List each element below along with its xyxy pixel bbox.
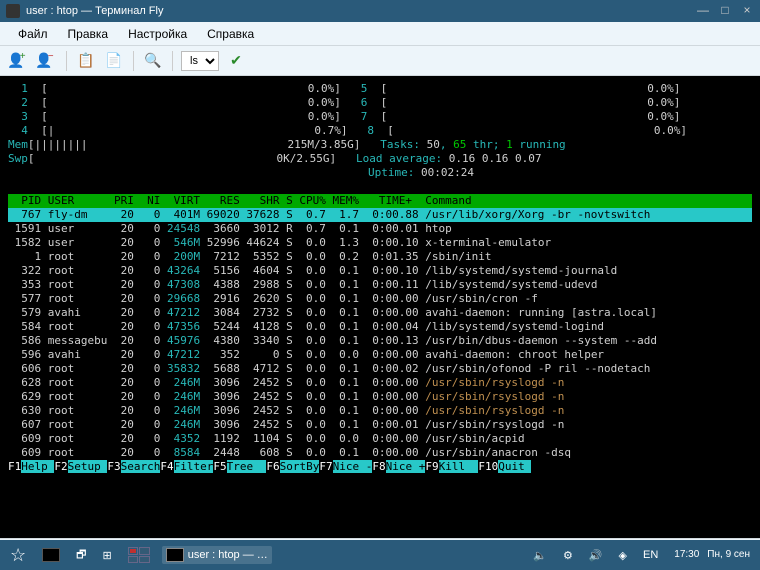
tray-devices-icon[interactable]: ◈ [615, 547, 631, 564]
function-key-bar[interactable]: F1Help F2Setup F3SearchF4FilterF5Tree F6… [8, 460, 752, 474]
swp-label: Swp [8, 152, 28, 165]
process-row[interactable]: 579 avahi 20 0 47212 3084 2732 S 0.0 0.1… [8, 306, 752, 320]
new-tab-icon[interactable]: 👤+ [8, 50, 30, 72]
menubar: Файл Правка Настройка Справка [0, 22, 760, 46]
process-row[interactable]: 628 root 20 0 246M 3096 2452 S 0.0 0.1 0… [8, 376, 752, 390]
process-row[interactable]: 609 root 20 0 4352 1192 1104 S 0.0 0.0 0… [8, 432, 752, 446]
process-row[interactable]: 606 root 20 0 35832 5688 4712 S 0.0 0.1 … [8, 362, 752, 376]
desktop-switcher[interactable] [124, 545, 154, 565]
window-title: user : htop — Терминал Fly [26, 5, 696, 17]
run-icon[interactable]: ✔ [225, 50, 247, 72]
process-row[interactable]: 596 avahi 20 0 47212 352 0 S 0.0 0.0 0:0… [8, 348, 752, 362]
menu-help[interactable]: Справка [197, 27, 264, 41]
clock[interactable]: 17:30 Пн, 9 сен [670, 547, 754, 563]
toolbar: 👤+ 👤− 📋 📄 🔍 ls ✔ [0, 46, 760, 76]
command-select[interactable]: ls [181, 51, 219, 71]
start-menu-icon[interactable]: ☆ [6, 543, 30, 568]
taskbar-windows-icon[interactable]: ⊞ [98, 547, 115, 564]
process-row[interactable]: 322 root 20 0 43264 5156 4604 S 0.0 0.1 … [8, 264, 752, 278]
taskbar-terminal-icon[interactable] [38, 546, 64, 564]
paste-icon[interactable]: 📄 [103, 50, 125, 72]
search-icon[interactable]: 🔍 [142, 50, 164, 72]
taskbar: ☆ 🗗 ⊞ user : htop — … 🔈 ⚙ 🔊 ◈ EN 17:30 П… [0, 540, 760, 570]
menu-settings[interactable]: Настройка [118, 27, 197, 41]
process-row[interactable]: 577 root 20 0 29668 2916 2620 S 0.0 0.1 … [8, 292, 752, 306]
window-titlebar[interactable]: user : htop — Терминал Fly — □ × [0, 0, 760, 22]
process-row[interactable]: 609 root 20 0 8584 2448 608 S 0.0 0.1 0:… [8, 446, 752, 460]
close-button[interactable]: × [740, 4, 754, 18]
menu-edit[interactable]: Правка [58, 27, 119, 41]
process-header[interactable]: PID USER PRI NI VIRT RES SHR S CPU% MEM%… [8, 194, 752, 208]
taskbar-files-icon[interactable]: 🗗 [72, 544, 90, 567]
tray-volume-icon[interactable]: 🔊 [585, 547, 607, 564]
tray-usb-icon[interactable]: 🔈 [529, 547, 551, 564]
copy-icon[interactable]: 📋 [75, 50, 97, 72]
maximize-button[interactable]: □ [718, 4, 732, 18]
process-row[interactable]: 607 root 20 0 246M 3096 2452 S 0.0 0.1 0… [8, 418, 752, 432]
terminal-output[interactable]: 1 [0.0%] 5 [0.0%] 2 [0.0%] 6 [0.0%] 3 [0… [0, 76, 760, 538]
menu-file[interactable]: Файл [8, 27, 58, 41]
process-row[interactable]: 1582 user 20 0 546M 52996 44624 S 0.0 1.… [8, 236, 752, 250]
tray-network-icon[interactable]: ⚙ [559, 547, 577, 564]
process-row[interactable]: 1 root 20 0 200M 7212 5352 S 0.0 0.2 0:0… [8, 250, 752, 264]
app-icon [6, 4, 20, 18]
taskbar-app-htop[interactable]: user : htop — … [162, 546, 272, 564]
process-row[interactable]: 629 root 20 0 246M 3096 2452 S 0.0 0.1 0… [8, 390, 752, 404]
process-row[interactable]: 353 root 20 0 47308 4388 2988 S 0.0 0.1 … [8, 278, 752, 292]
language-indicator[interactable]: EN [639, 547, 662, 563]
process-row[interactable]: 586 messagebu 20 0 45976 4380 3340 S 0.0… [8, 334, 752, 348]
process-row[interactable]: 630 root 20 0 246M 3096 2452 S 0.0 0.1 0… [8, 404, 752, 418]
mem-label: Mem [8, 138, 28, 151]
process-selected[interactable]: 767 fly-dm 20 0 401M 69020 37628 S 0.7 1… [8, 208, 752, 222]
minimize-button[interactable]: — [696, 4, 710, 18]
process-row[interactable]: 584 root 20 0 47356 5244 4128 S 0.0 0.1 … [8, 320, 752, 334]
process-row[interactable]: 1591 user 20 0 24548 3660 3012 R 0.7 0.1… [8, 222, 752, 236]
close-tab-icon[interactable]: 👤− [36, 50, 58, 72]
